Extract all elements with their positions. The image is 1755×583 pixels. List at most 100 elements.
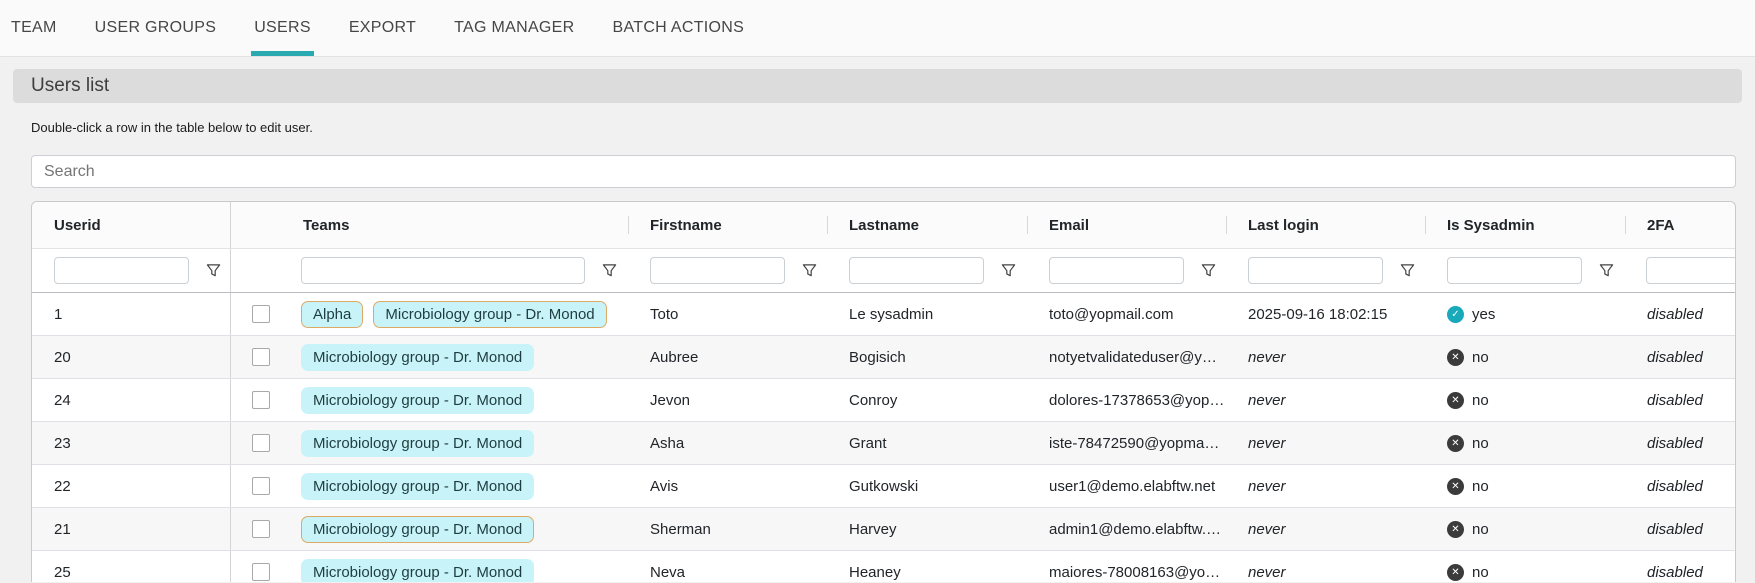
table-body: 1 AdminAlphaAdminMicrobiology group - Dr… [32,293,1735,582]
tab-batch-actions[interactable]: BATCH ACTIONS [613,0,745,56]
row-checkbox[interactable] [252,563,270,581]
userid-cell: 1 [32,293,231,335]
table-row[interactable]: 23 Microbiology group - Dr. Monod Asha G… [32,422,1735,465]
sysadmin-cell: ✕ no [1425,520,1625,538]
tab-users[interactable]: USERS [251,0,314,56]
lastname-cell: Heaney [849,563,901,581]
sysadmin-cell: ✕ no [1425,391,1625,409]
team-badge: AdminMicrobiology group - Dr. Monod [301,515,535,543]
sysadmin-cell: ✕ no [1425,348,1625,366]
lastname-cell: Le sysadmin [849,305,934,323]
filter-icon[interactable] [206,263,221,278]
team-badge: AdminAlpha [301,300,364,328]
team-badge-text: Microbiology group - Dr. Monod [313,434,523,452]
table-row[interactable]: 22 Microbiology group - Dr. Monod Avis G… [32,465,1735,508]
row-checkbox[interactable] [252,391,270,409]
email-cell: dolores-17378653@yop… [1049,391,1225,409]
teams-badges: Microbiology group - Dr. Monod [301,558,628,582]
tab-export[interactable]: EXPORT [349,0,416,56]
edit-instruction-text: Double-click a row in the table below to… [31,120,313,135]
sysadmin-cell: ✕ no [1425,477,1625,495]
sysadmin-icon: ✕ [1447,477,1464,495]
team-admin-label: Admin [304,516,335,519]
column-header-is-sysadmin[interactable]: Is Sysadmin [1425,202,1625,248]
email-filter-input[interactable] [1049,257,1184,284]
row-checkbox[interactable] [252,305,270,323]
last-login-cell: never [1248,520,1286,538]
tab-tag-manager[interactable]: TAG MANAGER [454,0,574,56]
team-badge: Microbiology group - Dr. Monod [301,343,535,371]
firstname-cell: Neva [650,563,686,581]
2fa-filter-input[interactable] [1646,257,1735,284]
sysadmin-icon: ✕ [1447,563,1464,581]
team-badge: Microbiology group - Dr. Monod [301,472,535,500]
firstname-cell: Avis [650,477,679,495]
team-badge-text: Alpha [313,305,352,323]
search-input[interactable] [31,155,1736,188]
lastname-filter-input[interactable] [849,257,984,284]
admin-tab-bar: TEAM USER GROUPS USERS EXPORT TAG MANAGE… [0,0,1755,57]
sysadmin-icon: ✕ [1447,434,1464,452]
team-badge-text: Microbiology group - Dr. Monod [313,477,523,495]
table-row[interactable]: 25 Microbiology group - Dr. Monod Neva H… [32,551,1735,582]
filter-icon[interactable] [1599,263,1614,278]
last-login-cell: never [1248,477,1286,495]
column-header-userid[interactable]: Userid [32,202,231,248]
sysadmin-icon: ✕ [1447,520,1464,538]
teams-badges: Microbiology group - Dr. Monod [301,386,628,414]
column-header-lastname[interactable]: Lastname [827,202,1027,248]
column-header-last-login[interactable]: Last login [1226,202,1425,248]
table-row[interactable]: 1 AdminAlphaAdminMicrobiology group - Dr… [32,293,1735,336]
teams-badges: Microbiology group - Dr. Monod [301,429,628,457]
tfa-cell: disabled [1647,563,1703,581]
tab-user-groups[interactable]: USER GROUPS [95,0,217,56]
filter-icon[interactable] [802,263,817,278]
table-row[interactable]: 21 AdminMicrobiology group - Dr. Monod S… [32,508,1735,551]
row-checkbox[interactable] [252,434,270,452]
tab-team[interactable]: TEAM [11,0,57,56]
column-header-firstname[interactable]: Firstname [628,202,827,248]
tfa-cell: disabled [1647,305,1703,323]
team-badge-text: Microbiology group - Dr. Monod [385,305,595,323]
sysadmin-icon: ✓ [1447,305,1464,323]
sysadmin-text: no [1472,434,1489,452]
column-header-teams[interactable]: Teams [231,202,628,248]
filter-icon[interactable] [1201,263,1216,278]
filter-icon[interactable] [1001,263,1016,278]
userid-cell: 23 [32,422,231,464]
team-badge-text: Microbiology group - Dr. Monod [313,348,523,366]
filter-icon[interactable] [602,263,617,278]
firstname-cell: Toto [650,305,679,323]
row-checkbox[interactable] [252,477,270,495]
last-login-filter-input[interactable] [1248,257,1383,284]
firstname-cell: Aubree [650,348,699,366]
table-row[interactable]: 20 Microbiology group - Dr. Monod Aubree… [32,336,1735,379]
filter-icon[interactable] [1400,263,1415,278]
email-cell: user1@demo.elabftw.net [1049,477,1216,495]
tfa-cell: disabled [1647,520,1703,538]
userid-cell: 21 [32,508,231,550]
userid-cell: 25 [32,551,231,582]
sysadmin-text: no [1472,563,1489,581]
page-title: Users list [13,69,1742,103]
team-badge: Microbiology group - Dr. Monod [301,386,535,414]
is-sysadmin-filter-input[interactable] [1447,257,1582,284]
table-row[interactable]: 24 Microbiology group - Dr. Monod Jevon … [32,379,1735,422]
email-cell: admin1@demo.elabftw.… [1049,520,1221,538]
userid-filter-input[interactable] [54,257,189,284]
email-cell: iste-78472590@yopma… [1049,434,1220,452]
tfa-cell: disabled [1647,434,1703,452]
sysadmin-cell: ✕ no [1425,434,1625,452]
column-header-2fa[interactable]: 2FA [1625,202,1735,248]
row-checkbox[interactable] [252,520,270,538]
row-checkbox[interactable] [252,348,270,366]
sysadmin-icon: ✕ [1447,348,1464,366]
table-filter-row [32,249,1735,293]
teams-filter-input[interactable] [301,257,585,284]
last-login-cell: 2025-09-16 18:02:15 [1248,305,1388,323]
sysadmin-cell: ✕ no [1425,563,1625,581]
teams-badges: Microbiology group - Dr. Monod [301,472,628,500]
firstname-filter-input[interactable] [650,257,785,284]
column-header-email[interactable]: Email [1027,202,1226,248]
sysadmin-text: no [1472,348,1489,366]
